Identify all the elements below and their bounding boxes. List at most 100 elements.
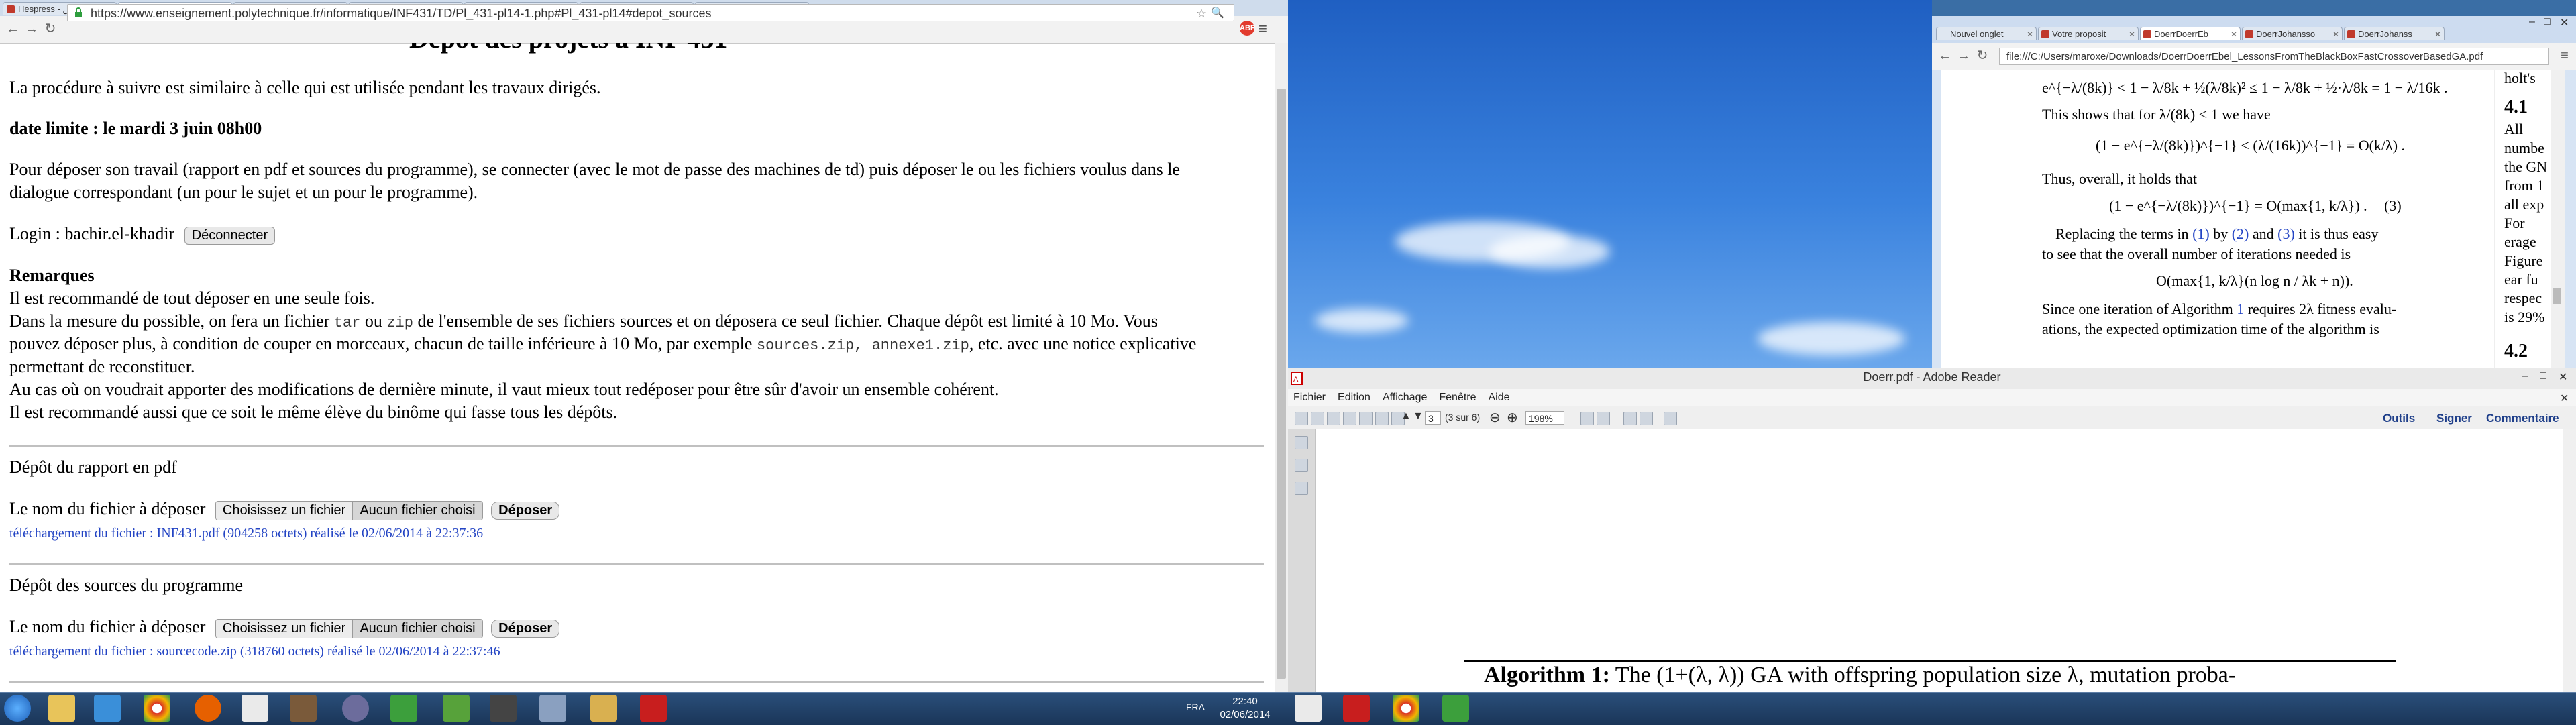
open-icon[interactable] — [1311, 412, 1324, 425]
edit-icon[interactable] — [1327, 412, 1340, 425]
minimize-icon[interactable]: – — [2529, 16, 2535, 28]
page-number-input[interactable]: 3 — [1425, 411, 1441, 425]
chrome-icon[interactable] — [1393, 695, 1419, 722]
utorrent-icon[interactable] — [390, 695, 417, 722]
adobe-page-view — [1316, 429, 2563, 692]
bookmarks-icon[interactable] — [1295, 459, 1308, 472]
report-submit-button[interactable]: Déposer — [491, 502, 560, 520]
address-bar[interactable]: https://www.enseignement.polytechnique.f… — [67, 4, 1234, 21]
start-button-icon[interactable] — [4, 695, 31, 722]
browser-tab[interactable]: DoerrJohansso ✕ — [2242, 27, 2343, 40]
maximize-icon[interactable]: □ — [2544, 16, 2551, 28]
zoom-out-icon[interactable]: ⊖ — [1489, 409, 1501, 426]
read-mode-icon[interactable] — [1664, 412, 1677, 425]
app-icon[interactable] — [490, 695, 517, 722]
address-bar[interactable]: file:///C:/Users/maroxe/Downloads/DoerrD… — [1999, 48, 2549, 65]
browser-tab[interactable]: DoerrDoerrEb ✕ — [2140, 27, 2241, 40]
page-scrollbar-thumb[interactable] — [1277, 89, 1286, 679]
close-icon[interactable]: ✕ — [2560, 16, 2569, 30]
print-icon[interactable] — [1375, 412, 1389, 425]
minimize-icon[interactable]: – — [2522, 370, 2528, 382]
firefox-icon[interactable] — [195, 695, 221, 722]
equation-number: (3) — [2384, 197, 2402, 214]
tab-close-icon[interactable]: ✕ — [2027, 27, 2033, 40]
menu-item-file[interactable]: Fichier — [1293, 389, 1326, 406]
zoom-in-icon[interactable]: ⊕ — [1507, 409, 1518, 426]
cloud-icon[interactable] — [1343, 412, 1356, 425]
sources-file-input[interactable]: Choisissez un fichier Aucun fichier chois… — [215, 618, 483, 638]
menu-item-window[interactable]: Fenêtre — [1439, 389, 1476, 406]
ref-link[interactable]: (3) — [2277, 225, 2295, 242]
sign-link[interactable]: Signer — [2436, 412, 2472, 425]
sources-choose-button[interactable]: Choisissez un fichier — [215, 619, 354, 638]
close-document-icon[interactable]: ✕ — [2560, 390, 2569, 408]
ref-link[interactable]: 1 — [2237, 300, 2244, 317]
adobe-scrollbar[interactable] — [2563, 429, 2576, 692]
signatures-icon[interactable] — [1295, 482, 1308, 495]
reload-icon[interactable]: ↻ — [1974, 47, 1991, 64]
fit-page-icon[interactable] — [1580, 412, 1594, 425]
sources-download-link[interactable]: téléchargement du fichier : sourcecode.z… — [9, 644, 500, 659]
adobe-reader-taskbar-icon[interactable] — [640, 695, 667, 722]
app-icon[interactable] — [290, 695, 317, 722]
browser-menu-icon[interactable]: ≡ — [1258, 20, 1267, 38]
page-down-icon[interactable]: ▼ — [1413, 410, 1424, 423]
adobe-menu-bar: Fichier Edition Affichage Fenêtre Aide ✕ — [1288, 389, 2576, 406]
maximize-icon[interactable]: □ — [2540, 370, 2546, 382]
sources-submit-button[interactable]: Déposer — [491, 620, 560, 638]
pdf-column-text: ear fu — [2504, 271, 2538, 288]
forward-arrow-icon[interactable]: → — [23, 20, 40, 38]
app-icon[interactable] — [1295, 695, 1322, 722]
browser-menu-icon[interactable]: ≡ — [2556, 47, 2573, 64]
language-indicator[interactable]: FRA — [1186, 702, 1205, 712]
browser-tab[interactable]: Votre proposit ✕ — [2038, 27, 2139, 40]
chrome-icon[interactable] — [144, 695, 170, 722]
tab-close-icon[interactable]: ✕ — [2231, 27, 2237, 40]
menu-item-view[interactable]: Affichage — [1383, 389, 1427, 406]
tab-close-icon[interactable]: ✕ — [2129, 27, 2135, 40]
app-icon[interactable] — [443, 695, 470, 722]
tab-close-icon[interactable]: ✕ — [2332, 27, 2339, 40]
internet-explorer-icon[interactable] — [94, 695, 121, 722]
menu-item-edit[interactable]: Edition — [1338, 389, 1371, 406]
back-arrow-icon[interactable]: ← — [1936, 47, 1953, 64]
page-up-icon[interactable]: ▲ — [1401, 410, 1411, 423]
back-arrow-icon[interactable]: ← — [4, 20, 21, 38]
pdf-scrollbar[interactable] — [2551, 70, 2565, 368]
pdf-scrollbar-thumb[interactable] — [2553, 288, 2561, 304]
report-choose-button[interactable]: Choisissez un fichier — [215, 501, 354, 520]
fit-width-icon[interactable] — [1597, 412, 1610, 425]
report-file-input[interactable]: Choisissez un fichier Aucun fichier chois… — [215, 500, 483, 520]
app-icon[interactable] — [590, 695, 617, 722]
taskbar-clock[interactable]: 22:40 02/06/2014 — [1218, 695, 1272, 722]
file-explorer-icon[interactable] — [48, 695, 75, 722]
comment-link[interactable]: Commentaire — [2486, 412, 2559, 425]
bookmark-star-icon[interactable]: ☆ — [1196, 5, 1207, 22]
comment-icon[interactable] — [1623, 412, 1637, 425]
ref-link[interactable]: (1) — [2192, 225, 2210, 242]
app-icon[interactable] — [241, 695, 268, 722]
tab-close-icon[interactable]: ✕ — [2434, 27, 2441, 40]
highlight-icon[interactable] — [1640, 412, 1653, 425]
report-download-link[interactable]: téléchargement du fichier : INF431.pdf (… — [9, 526, 483, 541]
logout-button[interactable]: Déconnecter — [184, 227, 276, 245]
thumbnails-icon[interactable] — [1295, 436, 1308, 449]
app-icon[interactable] — [539, 695, 566, 722]
adblock-extension-icon[interactable]: ABP — [1240, 21, 1255, 36]
search-icon[interactable]: 🔍 — [1211, 5, 1224, 22]
browser-tab[interactable]: DoerrJohanss ✕ — [2344, 27, 2445, 40]
menu-item-help[interactable]: Aide — [1489, 389, 1510, 406]
forward-arrow-icon[interactable]: → — [1955, 47, 1972, 64]
tools-link[interactable]: Outils — [2383, 412, 2415, 425]
adobe-reader-taskbar-icon[interactable] — [1343, 695, 1370, 722]
browser-tab[interactable]: Nouvel onglet ✕ — [1936, 27, 2037, 40]
zoom-select[interactable]: 198% — [1525, 411, 1564, 425]
save-icon[interactable] — [1359, 412, 1373, 425]
app-icon[interactable] — [342, 695, 369, 722]
ref-link[interactable]: (2) — [2232, 225, 2249, 242]
create-icon[interactable] — [1295, 412, 1308, 425]
app-icon[interactable] — [1442, 695, 1469, 722]
close-icon[interactable]: ✕ — [2559, 370, 2567, 384]
reload-icon[interactable]: ↻ — [42, 20, 59, 38]
pdf-column-text: erage — [2504, 233, 2536, 250]
